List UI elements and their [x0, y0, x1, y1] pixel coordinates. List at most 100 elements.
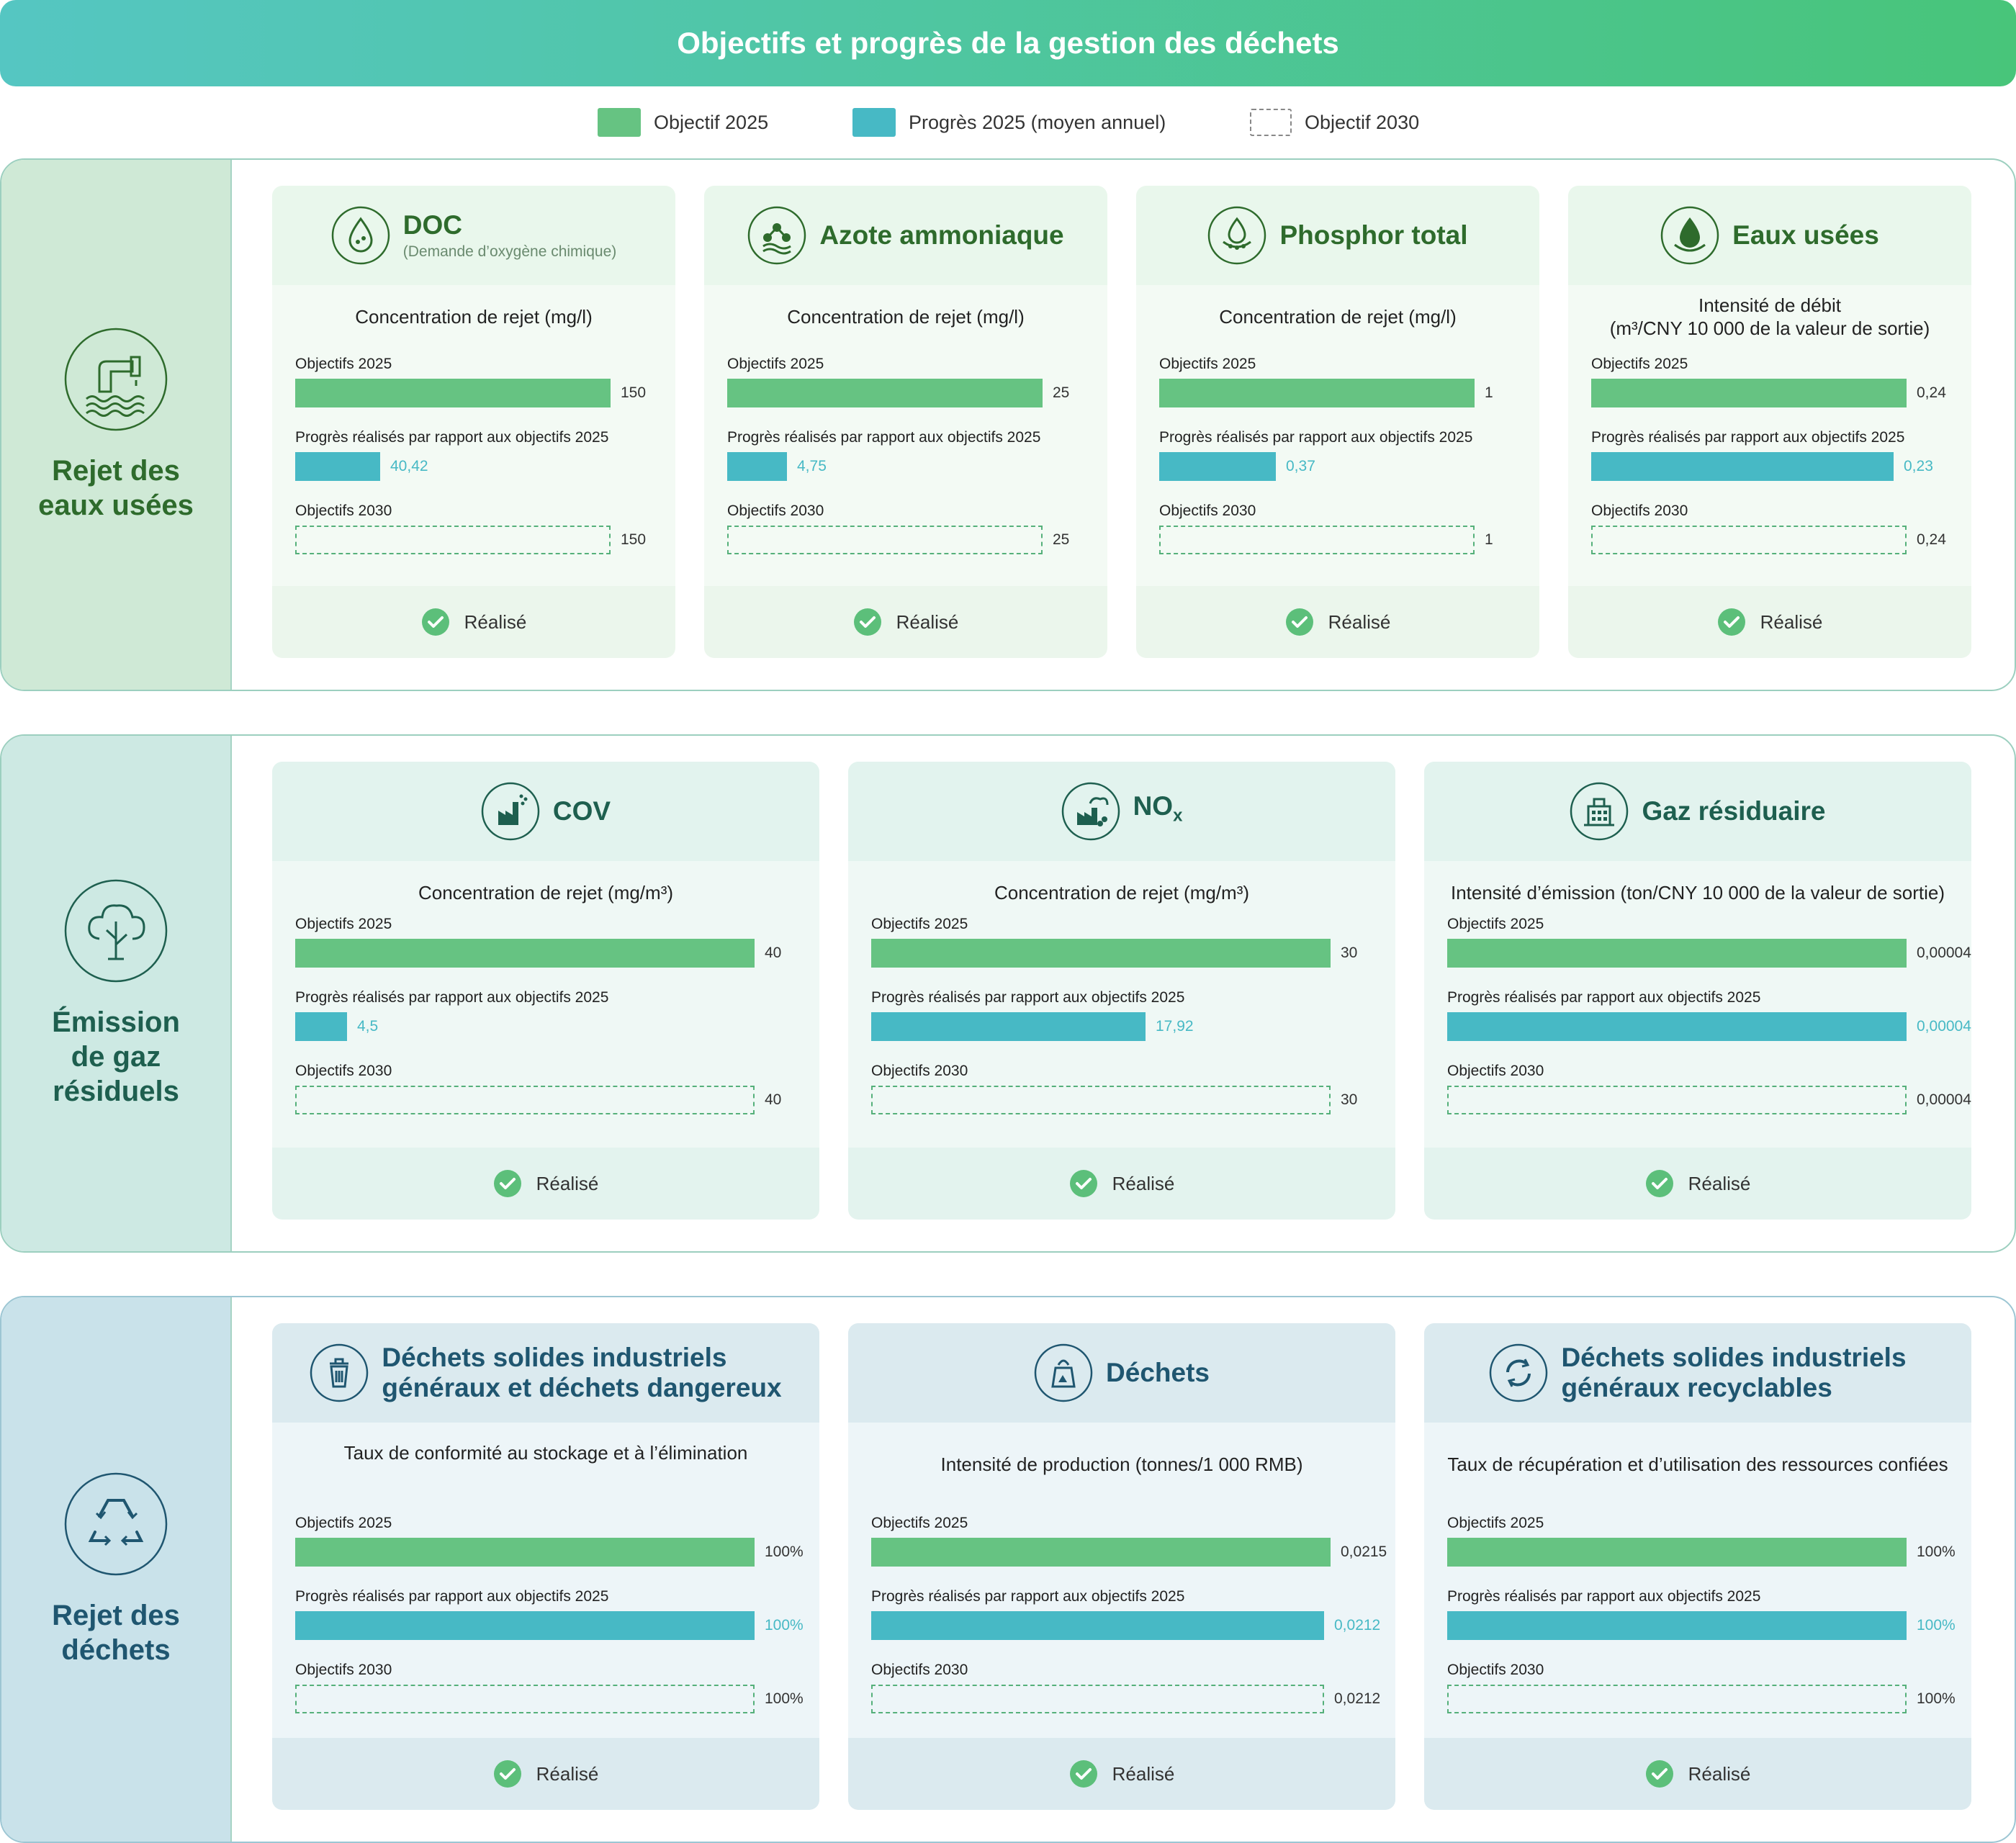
metric-card: Eaux usées Intensité de débit (m³/CNY 10 …: [1568, 186, 1971, 658]
bar-target-2025: [1447, 939, 1907, 968]
card-status: Réalisé: [848, 1148, 1395, 1220]
metric-label: Concentration de rejet (mg/l): [1219, 306, 1457, 328]
card-header: COV: [272, 762, 819, 861]
card-status: Réalisé: [704, 586, 1107, 658]
bar-target-2030: [295, 1086, 755, 1114]
card-status: Réalisé: [1424, 1738, 1971, 1810]
card-body: Intensité de débit (m³/CNY 10 000 de la …: [1568, 285, 1971, 586]
bar-target-2030: [1447, 1086, 1907, 1114]
bar-value-label: 1: [1485, 384, 1493, 401]
card-body: Concentration de rejet (mg/l) Objectifs 2…: [1136, 285, 1539, 586]
header-banner: Objectifs et progrès de la gestion des d…: [0, 0, 2016, 86]
waste-bag-icon: [1034, 1343, 1093, 1402]
card-body: Taux de récupération et d’utilisation de…: [1424, 1423, 1971, 1738]
cloud-tree-icon: [64, 879, 168, 983]
bar-row-label: Objectifs 2025: [871, 1515, 968, 1531]
metric-card: DOC (Demande d’oxygène chimique) Concentra…: [272, 186, 675, 658]
metric-label: Intensité d’émission (ton/CNY 10 000 de …: [1450, 882, 1945, 904]
bar-target-2030: [1591, 526, 1907, 554]
bar-row-label: Progrès réalisés par rapport aux objecti…: [295, 1588, 609, 1605]
card-status: Réalisé: [1424, 1148, 1971, 1220]
check-circle-icon: [1069, 1170, 1097, 1197]
recycle-arrows-icon: [1490, 1343, 1548, 1402]
bar-row-label: Objectifs 2030: [1447, 1063, 1544, 1079]
bar-row-label: Objectifs 2030: [295, 503, 392, 519]
card-titles: Déchets solides industriels généraux rec…: [1561, 1343, 1906, 1403]
bar-target-2030: [295, 1685, 755, 1713]
section-1: Rejet des eaux usées DOC (Demande d’oxygèn…: [0, 158, 2016, 691]
check-circle-icon: [493, 1170, 521, 1197]
section-sidebar: Rejet des déchets: [1, 1297, 232, 1842]
water-drop-hand-icon: [1660, 206, 1719, 265]
metric-label: Intensité de production (tonnes/1 000 RM…: [940, 1454, 1303, 1475]
factory-icon: [481, 782, 540, 841]
bar-row-label: Objectifs 2030: [727, 503, 824, 519]
metric-card: Gaz résiduaire Intensité d’émission (ton/…: [1424, 762, 1971, 1220]
card-title: Eaux usées: [1732, 220, 1879, 250]
bar-value-label: 40,42: [390, 458, 428, 474]
card-titles: DOC (Demande d’oxygène chimique): [403, 210, 617, 261]
bar-target-2025: [1159, 379, 1475, 407]
card-header: Déchets solides industriels généraux et …: [272, 1323, 819, 1423]
bar-target-2030: [295, 526, 611, 554]
card-status: Réalisé: [1568, 586, 1971, 658]
bar-value-label: 1: [1485, 531, 1493, 548]
title-subscript: x: [1173, 806, 1183, 826]
card-titles: Eaux usées: [1732, 220, 1879, 251]
bar-row-label: Objectifs 2025: [1159, 356, 1256, 372]
check-circle-icon: [1645, 1170, 1673, 1197]
card-header: NOx: [848, 762, 1395, 861]
bar-row-label: Objectifs 2030: [871, 1662, 968, 1678]
bar-value-label: 4,75: [797, 458, 827, 474]
metric-label: Intensité de débit (m³/CNY 10 000 de la …: [1609, 294, 1930, 339]
card-subtitle: (Demande d’oxygène chimique): [402, 243, 617, 260]
card-title: DOC: [402, 210, 462, 240]
bar-progress-2025: [1447, 1611, 1907, 1640]
bar-row-label: Progrès réalisés par rapport aux objecti…: [295, 989, 609, 1006]
bar-value-label: 0,24: [1917, 531, 1946, 548]
bar-value-label: 100%: [765, 1617, 804, 1634]
status-label: Réalisé: [536, 1172, 599, 1194]
status-label: Réalisé: [1328, 610, 1391, 633]
bar-target-2030: [727, 526, 1043, 554]
legend-label: Objectif 2030: [1305, 111, 1420, 133]
bar-row-label: Progrès réalisés par rapport aux objecti…: [1447, 989, 1761, 1006]
building-icon: [1570, 782, 1629, 841]
bar-target-2030: [871, 1086, 1331, 1114]
legend: Objectif 2025 Progrès 2025 (moyen annuel…: [0, 107, 2016, 138]
card-title: Déchets solides industriels généraux et …: [382, 1343, 782, 1402]
bar-row-label: Objectifs 2030: [295, 1662, 392, 1678]
factory-smoke-icon: [1061, 782, 1120, 841]
bar-target-2025: [1591, 379, 1907, 407]
bar-target-2025: [295, 379, 611, 407]
bar-value-label: 150: [621, 384, 647, 401]
check-circle-icon: [1069, 1760, 1097, 1788]
metric-label: Concentration de rejet (mg/l): [355, 306, 593, 328]
bar-row-label: Progrès réalisés par rapport aux objecti…: [295, 429, 609, 446]
molecule-icon: [748, 206, 806, 265]
phosphor-drop-icon: [1208, 206, 1266, 265]
card-body: Intensité d’émission (ton/CNY 10 000 de …: [1424, 861, 1971, 1148]
section-sidebar: Émission de gaz résiduels: [1, 736, 232, 1251]
legend-label: Objectif 2025: [654, 111, 769, 133]
metric-card: Azote ammoniaque Concentration de rejet (…: [704, 186, 1107, 658]
pipe-water-icon: [64, 328, 168, 431]
bar-progress-2025: [727, 452, 787, 481]
bar-row-label: Objectifs 2025: [871, 916, 968, 932]
metric-card: COV Concentration de rejet (mg/m³) Objecti…: [272, 762, 819, 1220]
bar-row-label: Objectifs 2030: [295, 1063, 392, 1079]
card-titles: COV: [553, 796, 611, 826]
metric-label: Concentration de rejet (mg/l): [787, 306, 1025, 328]
bar-row-label: Progrès réalisés par rapport aux objecti…: [871, 989, 1185, 1006]
bar-progress-2025: [295, 1012, 347, 1041]
bar-value-label: 0,0212: [1334, 1617, 1381, 1634]
bar-row-label: Objectifs 2025: [1447, 916, 1544, 932]
card-title: COV: [552, 796, 611, 826]
bar-row-label: Progrès réalisés par rapport aux objecti…: [1447, 1588, 1761, 1605]
bar-value-label: 100%: [1917, 1690, 1956, 1707]
card-status: Réalisé: [272, 1738, 819, 1810]
check-circle-icon: [493, 1760, 521, 1788]
bar-value-label: 30: [1341, 945, 1358, 961]
bar-row-label: Progrès réalisés par rapport aux objecti…: [1591, 429, 1905, 446]
card-header: Eaux usées: [1568, 186, 1971, 285]
